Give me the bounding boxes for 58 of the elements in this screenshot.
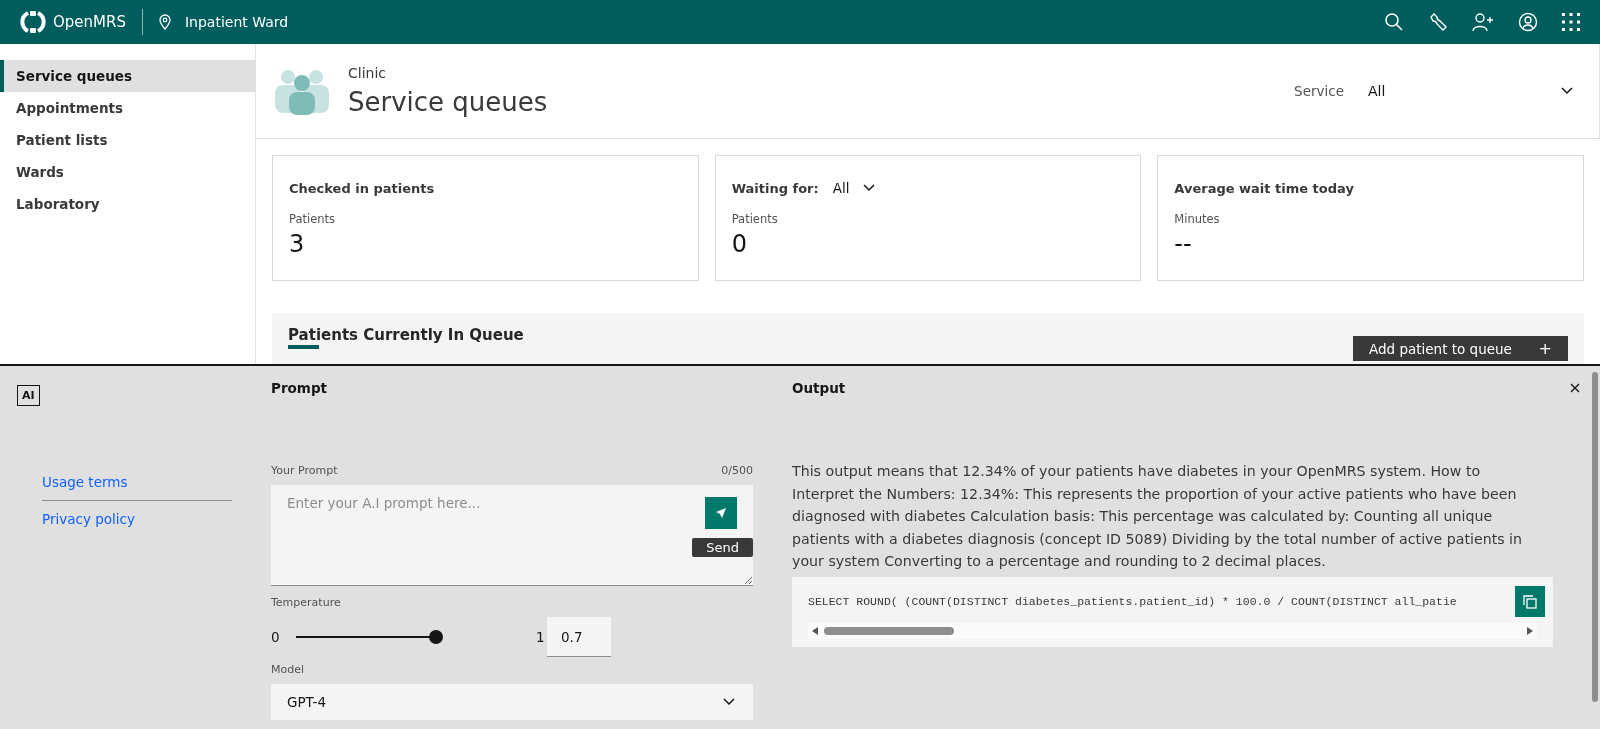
metric-title: Waiting for: (731, 180, 819, 196)
copy-icon (1523, 594, 1537, 609)
output-text: This output means that 12.34% of your patients have diabetes in your OpenMRS system. How to Interpret the Numbers: 12.34%: This represents the proportion of your active patients who have been diagnosed with diabetes Calculation basis: This percentage was calculated by: Counting all unique patients with a diabetes diagnosis (concept ID 5089) Dividing by the total number of active patients in your system Converting to a percentage and rounding to 2 decimal places. (792, 462, 1524, 571)
sidebar-item[interactable]: Patient lists (0, 124, 255, 156)
code-text: SELECT ROUND( (COUNT(DISTINCT diabetes_patients.patient_id) * 100.0 / COUNT(DISTINCT all_patie (808, 595, 1457, 608)
waiting-filter-dropdown[interactable]: All (832, 180, 876, 196)
send-tooltip: Send (692, 538, 753, 557)
model-dropdown[interactable]: GPT-4 (271, 684, 753, 720)
temperature-label: Temperature (271, 596, 342, 609)
user-avatar-icon[interactable] (1518, 12, 1538, 32)
temperature-input[interactable]: 0.7 (547, 617, 611, 657)
prompt-heading: Prompt (271, 380, 328, 396)
ai-badge: AI (17, 385, 40, 406)
add-user-icon[interactable] (1472, 12, 1494, 32)
logo-icon (20, 11, 46, 33)
footer-link[interactable]: Usage terms (42, 470, 232, 494)
metric-title: Average wait time today (1174, 180, 1354, 196)
metric-unit: Patients (289, 212, 337, 226)
copy-button[interactable] (1515, 586, 1545, 617)
queue-tab[interactable]: Patients Currently In Queue (288, 325, 524, 349)
app-grid-icon[interactable] (1562, 13, 1580, 31)
wrench-icon[interactable] (1428, 12, 1448, 32)
scroll-right-icon[interactable] (1527, 626, 1533, 635)
scroll-left-icon[interactable] (812, 626, 818, 635)
slider-thumb[interactable] (429, 630, 443, 644)
location-pin-icon (158, 14, 171, 30)
metric-unit: Patients (731, 212, 779, 226)
footer-link[interactable]: Privacy policy (42, 507, 232, 531)
sidebar-item[interactable]: Appointments (0, 92, 255, 124)
slider-max-label: 1 (536, 629, 546, 645)
page-title: Service queues (348, 87, 549, 117)
search-icon[interactable] (1384, 12, 1404, 32)
add-patient-button[interactable]: Add patient to queue + (1353, 336, 1568, 361)
send-icon (715, 507, 727, 519)
metric-unit: Minutes (1174, 212, 1221, 226)
prompt-label: Your Prompt (271, 464, 338, 477)
close-icon[interactable] (1570, 383, 1580, 393)
sidebar-item[interactable]: Service queues (0, 60, 255, 92)
send-button[interactable] (705, 497, 737, 529)
metric-value: -- (1174, 230, 1193, 258)
chevron-down-icon (723, 698, 735, 706)
service-label: Service (1294, 83, 1344, 99)
output-heading: Output (792, 380, 846, 396)
sidebar-item[interactable]: Wards (0, 156, 255, 188)
service-dropdown[interactable]: All (1368, 83, 1581, 99)
metric-value: 3 (289, 230, 306, 258)
metric-value: 0 (731, 230, 748, 258)
metric-title: Checked in patients (289, 180, 435, 196)
page-subtitle: Clinic (348, 65, 387, 81)
model-label: Model (271, 663, 306, 676)
sidebar-item[interactable]: Laboratory (0, 188, 255, 220)
character-counter: 0/500 (721, 464, 753, 477)
location-name[interactable]: Inpatient Ward (184, 14, 289, 30)
slider-min-label: 0 (271, 629, 281, 645)
chevron-down-icon (1561, 87, 1573, 95)
brand-name[interactable]: OpenMRS (53, 13, 126, 31)
people-illustration-icon (274, 67, 330, 115)
chevron-down-icon (863, 184, 876, 192)
